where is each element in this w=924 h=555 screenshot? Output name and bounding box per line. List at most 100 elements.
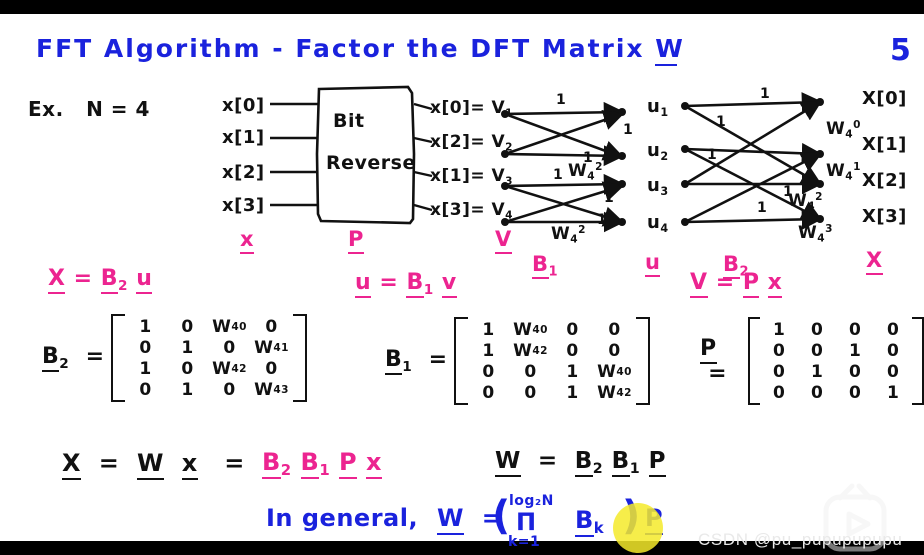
stage2-weight-2: 1 [707,147,718,163]
matrix-cell: 0 [849,361,862,382]
output-label-3: X[3] [862,206,907,227]
u-node-2: u3 [647,175,669,198]
matrix-cell: 0 [608,319,621,340]
matrix-cell: W40 [212,316,247,337]
matrix-cell: 0 [566,340,579,361]
stage1-twiddle-1: W42 [551,223,586,246]
matrix-cell: 0 [811,319,824,340]
matrix-B1: B1 = 1W40001W4200001W40001W42 [385,317,650,405]
matrix-cell: 0 [139,379,152,400]
product-term: Bk [575,506,605,538]
stage1-matrix-label: B1 [532,252,559,280]
product-lower-limit: k=1 [508,534,541,550]
matrix-cell: 0 [223,379,236,400]
matrix-cell: 0 [887,340,900,361]
p-block-label: P [348,227,364,254]
v-vector-label: V [495,227,512,254]
matrix-cell: 0 [265,316,278,337]
equation-X-eq-B2u: X = B2 u [48,266,153,294]
bitreverse-output-1: x[2]= V2 [430,132,513,154]
stage1-weight-1: 1 [623,122,634,138]
matrix-cell: 1 [773,319,786,340]
input-wires [270,102,318,207]
output-label-1: X[1] [862,134,907,155]
matrix-cell: W40 [597,361,632,382]
summary-equation-left: X = W x = [62,449,245,480]
bitreverse-output-0: x[0]= V1 [430,98,513,120]
bit-reverse-line2: Reverse [326,152,416,174]
u-node-3: u4 [647,212,669,235]
summary-equation-right: B2 B1 P x [262,448,382,480]
stage2-weight-4: 1 [757,200,768,216]
matrix-cell: 0 [849,382,862,403]
matrix-cell: 0 [887,319,900,340]
matrix-cell: 1 [482,319,495,340]
matrix-cell: 0 [566,319,579,340]
general-formula-prefix: In general, [266,504,419,532]
matrix-cell: 0 [773,340,786,361]
matrix-cell: 0 [181,358,194,379]
output-label-2: X[2] [862,170,907,191]
u-node-0: u1 [647,96,669,119]
cursor-highlight[interactable] [613,503,663,553]
matrix-cell: W40 [513,319,548,340]
general-formula-open-paren: ( [492,493,511,539]
stage2-twiddle-3: W43 [798,222,833,245]
stage1-weight-3: 1 [553,167,564,183]
matrix-cell: 1 [566,361,579,382]
matrix-cell: 1 [181,337,194,358]
matrix-cell: 0 [524,361,537,382]
matrix-cell: 0 [773,382,786,403]
matrix-cell: 0 [608,340,621,361]
matrix-cell: 0 [773,361,786,382]
stage2-weight-0: 1 [760,86,771,102]
w-identity-equation: W = B2 B1 P [495,448,666,477]
stage1-nodes [501,108,626,226]
bitreverse-output-3: x[3]= V4 [430,200,513,222]
matrix-cell: 0 [265,358,278,379]
u-node-1: u2 [647,140,669,163]
matrix-cell: 1 [139,316,152,337]
stage1-weight-0: 1 [556,92,567,108]
matrix-cell: W41 [254,337,289,358]
matrix-cell: 0 [811,340,824,361]
X-vector-label: X [866,248,883,275]
whiteboard-canvas: FFT Algorithm - Factor the DFT Matrix W … [0,14,924,553]
stage2-weight-1: 1 [716,114,727,130]
matrix-cell: 0 [811,382,824,403]
bitreverse-output-2: x[1]= V3 [430,166,513,188]
equation-v-eq-Px: V = P x [690,270,783,298]
matrix-cell: W43 [254,379,289,400]
matrix-B2-name: B2 = [42,344,105,373]
stage1-weight-5: 1 [597,212,608,228]
matrix-cell: W42 [513,340,548,361]
matrix-cell: 0 [887,361,900,382]
stage2-twiddle-0: W40 [826,118,861,141]
matrix-P: P = 1000001001000001 [700,317,924,405]
matrix-cell: 1 [811,361,824,382]
matrix-B2: B2 = 10W400010W4110W420010W43 [42,314,307,402]
matrix-cell: 1 [566,382,579,403]
stage1-twiddle-0: W42 [568,160,603,183]
matrix-cell: 0 [524,382,537,403]
matrix-P-name: P = [700,336,728,386]
matrix-cell: W42 [212,358,247,379]
matrix-cell: 1 [181,379,194,400]
u-vector-label: u [645,250,661,277]
matrix-cell: 0 [482,382,495,403]
matrix-cell: 1 [849,340,862,361]
output-label-0: X[0] [862,88,907,109]
matrix-cell: 0 [223,337,236,358]
stage2-twiddle-1: W41 [826,160,861,183]
bitreverse-output-wires [413,102,433,212]
matrix-cell: 1 [482,340,495,361]
product-upper-limit: log₂N [509,493,554,509]
matrix-cell: 0 [139,337,152,358]
screenshot-root: FFT Algorithm - Factor the DFT Matrix W … [0,0,924,555]
stage2-twiddle-2: W42 [788,190,823,213]
matrix-cell: 0 [181,316,194,337]
equation-u-eq-B1v: u = B1 v [355,270,457,298]
product-symbol: Π [516,508,537,536]
bit-reverse-line1: Bit [333,110,365,132]
matrix-cell: 1 [887,382,900,403]
